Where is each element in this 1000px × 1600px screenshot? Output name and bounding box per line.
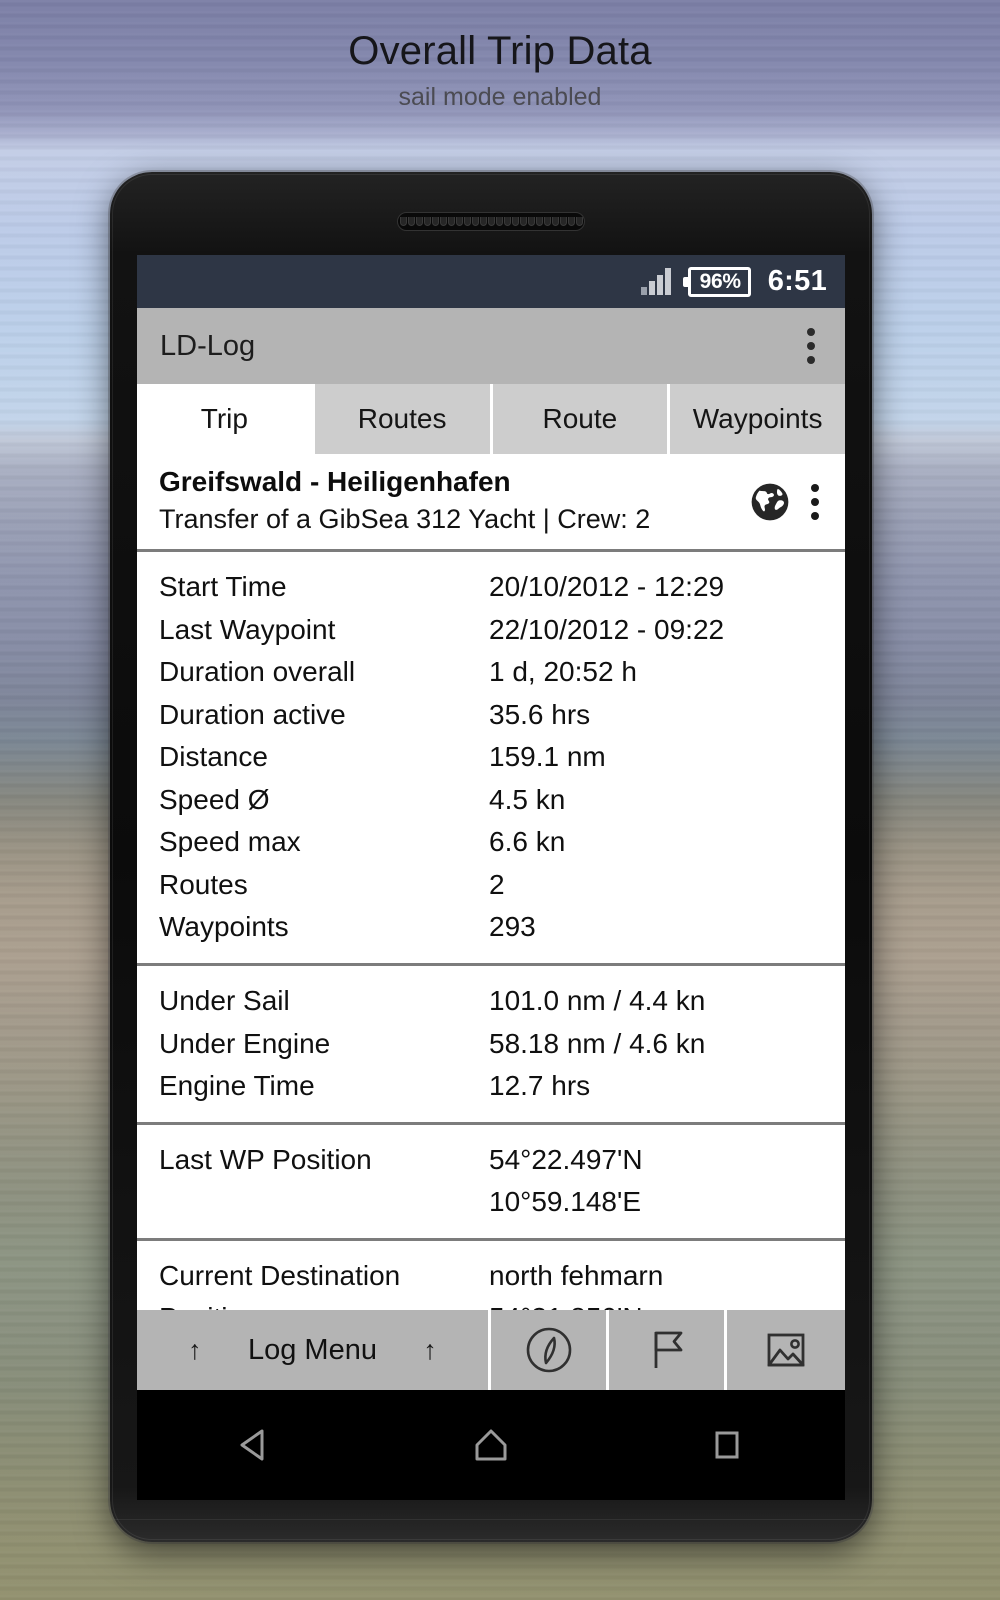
status-bar-clock: 6:51 bbox=[767, 265, 827, 297]
back-button[interactable] bbox=[200, 1420, 310, 1470]
row-value: 22/10/2012 - 09:22 bbox=[489, 613, 725, 645]
row-value: 1 d, 20:52 h bbox=[489, 656, 637, 688]
row-label: Current Destination bbox=[159, 1259, 401, 1291]
image-icon bbox=[767, 1333, 805, 1367]
tab-routes[interactable]: Routes bbox=[311, 384, 490, 454]
table-row: Speed max 6.6 kn bbox=[137, 821, 845, 864]
battery-icon: 96% bbox=[682, 266, 751, 297]
section-last-wp-position: Last WP Position 54°22.497'N . 10°59.148… bbox=[137, 1125, 845, 1241]
row-label: Distance bbox=[159, 741, 268, 773]
page-subtitle: sail mode enabled bbox=[398, 83, 602, 111]
tab-route[interactable]: Route bbox=[489, 384, 668, 454]
row-label: Last Waypoint bbox=[159, 613, 336, 645]
back-icon bbox=[240, 1429, 264, 1461]
app-bar: LD-Log bbox=[137, 308, 845, 384]
flag-button[interactable] bbox=[609, 1310, 727, 1390]
table-row: . 10°59.148'E bbox=[137, 1181, 845, 1224]
row-label: Engine Time bbox=[159, 1070, 315, 1102]
up-arrow-left-icon: ↑ bbox=[188, 1334, 202, 1365]
app-title: LD-Log bbox=[160, 329, 256, 362]
overflow-menu-icon[interactable] bbox=[797, 320, 825, 372]
section-propulsion: Under Sail 101.0 nm / 4.4 kn Under Engin… bbox=[137, 966, 845, 1125]
tab-trip[interactable]: Trip bbox=[137, 384, 312, 454]
android-navigation-bar bbox=[137, 1390, 845, 1500]
flag-icon bbox=[654, 1331, 682, 1368]
compass-button[interactable] bbox=[491, 1310, 609, 1390]
table-row: Current Destination north fehmarn bbox=[137, 1255, 845, 1298]
table-row: Routes 2 bbox=[137, 864, 845, 907]
row-value: 159.1 nm bbox=[489, 741, 606, 773]
home-button[interactable] bbox=[436, 1420, 546, 1470]
row-value: 6.6 kn bbox=[489, 826, 566, 858]
tab-waypoints[interactable]: Waypoints bbox=[667, 384, 845, 454]
row-label: Routes bbox=[159, 868, 248, 900]
row-value: 58.18 nm / 4.6 kn bbox=[489, 1027, 706, 1059]
trip-overflow-menu-icon[interactable] bbox=[801, 476, 829, 528]
row-label: Under Engine bbox=[159, 1027, 331, 1059]
trip-header: Greifswald - Heiligenhafen Transfer of a… bbox=[137, 454, 845, 553]
battery-percentage: 96% bbox=[699, 269, 741, 293]
row-label: Speed Ø bbox=[159, 783, 270, 815]
earpiece-speaker-grille bbox=[397, 212, 585, 231]
table-row: Waypoints 293 bbox=[137, 906, 845, 949]
row-label: Waypoints bbox=[159, 911, 289, 943]
table-row: Last Waypoint 22/10/2012 - 09:22 bbox=[137, 609, 845, 652]
bottom-toolbar: ↑ Log Menu ↑ bbox=[137, 1310, 845, 1390]
row-value: north fehmarn bbox=[489, 1259, 664, 1291]
phone-screen: 96% 6:51 LD-Log Trip Routes Route Waypoi… bbox=[137, 255, 845, 1390]
row-label: Duration active bbox=[159, 698, 346, 730]
phone-bottom-seam bbox=[110, 1519, 872, 1520]
row-label: Last WP Position bbox=[159, 1143, 372, 1175]
row-label: Start Time bbox=[159, 571, 287, 603]
table-row: Duration overall 1 d, 20:52 h bbox=[137, 651, 845, 694]
globe-icon[interactable] bbox=[749, 481, 791, 523]
table-row: Engine Time 12.7 hrs bbox=[137, 1065, 845, 1108]
row-value: 4.5 kn bbox=[489, 783, 566, 815]
row-value: 101.0 nm / 4.4 kn bbox=[489, 984, 706, 1016]
phone-device-frame: 96% 6:51 LD-Log Trip Routes Route Waypoi… bbox=[110, 172, 872, 1542]
table-row: Start Time 20/10/2012 - 12:29 bbox=[137, 566, 845, 609]
log-menu-button[interactable]: ↑ Log Menu ↑ bbox=[137, 1310, 491, 1390]
log-menu-label: Log Menu bbox=[247, 1333, 377, 1366]
trip-header-actions bbox=[749, 464, 829, 528]
row-value: 12.7 hrs bbox=[489, 1070, 591, 1102]
recents-button[interactable] bbox=[672, 1420, 782, 1470]
row-label: Duration overall bbox=[159, 656, 356, 688]
page-title: Overall Trip Data bbox=[348, 29, 652, 73]
table-row: Distance 159.1 nm bbox=[137, 736, 845, 779]
row-label: Under Sail bbox=[159, 984, 290, 1016]
table-row: Last WP Position 54°22.497'N bbox=[137, 1139, 845, 1182]
trip-name: Greifswald - Heiligenhafen bbox=[159, 466, 511, 497]
row-value: 20/10/2012 - 12:29 bbox=[489, 571, 725, 603]
row-label: Speed max bbox=[159, 826, 301, 858]
trip-data-list: Start Time 20/10/2012 - 12:29 Last Waypo… bbox=[137, 552, 845, 1390]
signal-bars-icon bbox=[640, 268, 671, 295]
trip-description: Transfer of a GibSea 312 Yacht | Crew: 2 bbox=[159, 503, 651, 534]
row-value: 2 bbox=[489, 868, 505, 900]
table-row: Duration active 35.6 hrs bbox=[137, 694, 845, 737]
row-value: 54°22.497'N bbox=[489, 1143, 643, 1175]
table-row: Under Sail 101.0 nm / 4.4 kn bbox=[137, 980, 845, 1023]
row-value: 293 bbox=[489, 911, 536, 943]
trip-header-text: Greifswald - Heiligenhafen Transfer of a… bbox=[159, 464, 650, 537]
status-bar: 96% 6:51 bbox=[137, 255, 845, 308]
row-value: 35.6 hrs bbox=[489, 698, 591, 730]
tab-bar: Trip Routes Route Waypoints bbox=[137, 384, 845, 454]
section-trip-summary: Start Time 20/10/2012 - 12:29 Last Waypo… bbox=[137, 552, 845, 966]
caption: Overall Trip Data sail mode enabled bbox=[0, 0, 1000, 112]
row-value: 10°59.148'E bbox=[489, 1186, 642, 1218]
home-icon bbox=[475, 1429, 507, 1461]
image-button[interactable] bbox=[727, 1310, 845, 1390]
recents-icon bbox=[715, 1431, 739, 1459]
compass-icon bbox=[526, 1327, 571, 1373]
table-row: Under Engine 58.18 nm / 4.6 kn bbox=[137, 1023, 845, 1066]
table-row: Speed Ø 4.5 kn bbox=[137, 779, 845, 822]
up-arrow-right-icon: ↑ bbox=[423, 1334, 437, 1365]
